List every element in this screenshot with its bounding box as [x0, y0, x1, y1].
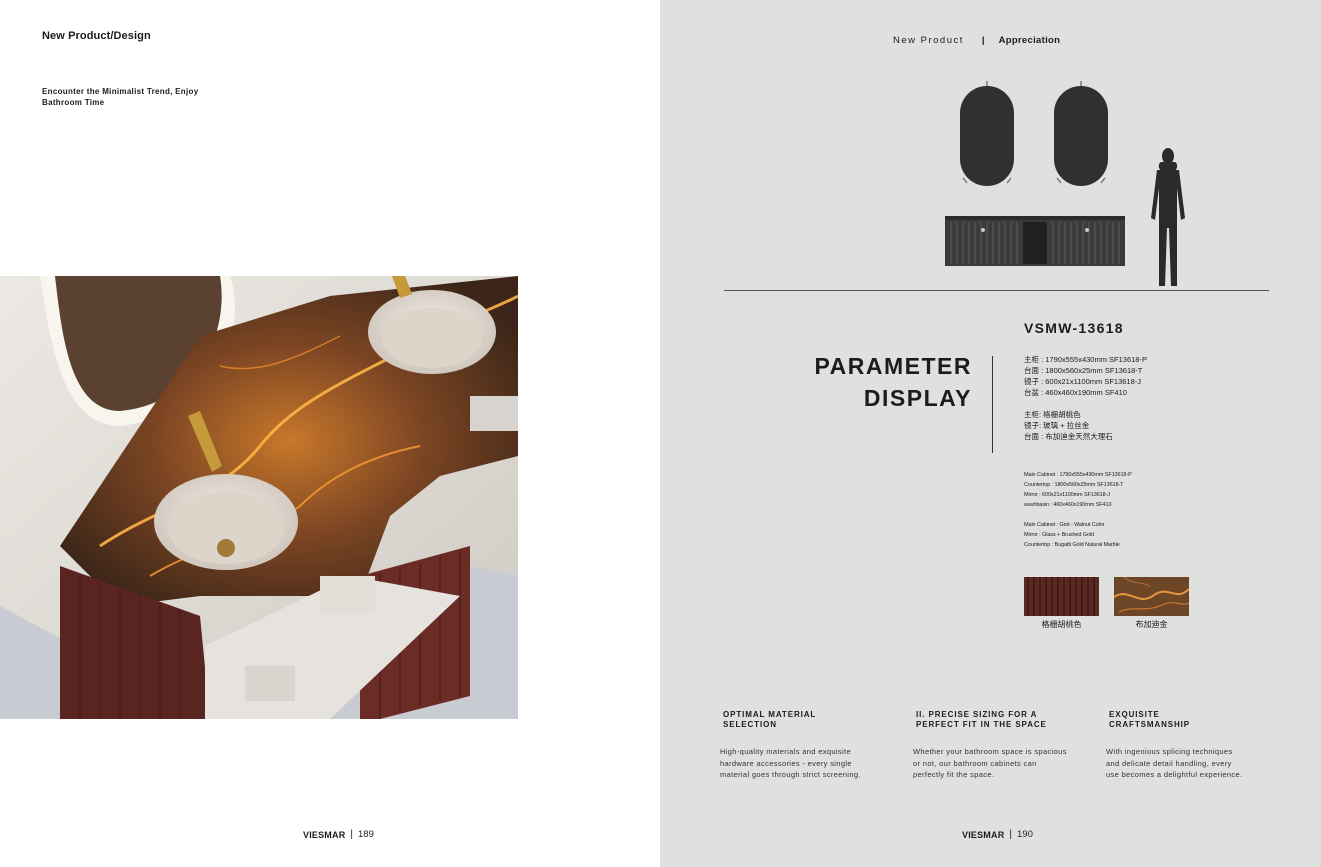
section-label: New Product/Design — [42, 30, 151, 42]
page-number-value: 189 — [358, 829, 374, 840]
spec-line: washbasin : 460x460x190mm SF410 — [1024, 502, 1112, 508]
feature-title-line: EXQUISITE — [1109, 710, 1160, 719]
feature-body-line: use becomes a delightful experience. — [1106, 770, 1243, 779]
spec-list-en: Main Cabinet : 1790x555x430mm SF13618-P … — [1024, 470, 1132, 510]
feature-body: With ingenious splicing techniques and d… — [1106, 746, 1281, 781]
spec-line: Main Cabinet : Grid - Walnut Color — [1024, 522, 1105, 528]
intro-line: Bathroom Time — [42, 98, 105, 107]
ground-line — [724, 290, 1269, 291]
feature-title-line: II. PRECISE SIZING FOR A — [916, 710, 1038, 719]
walnut-grid-swatch — [1024, 577, 1099, 616]
mirror-left-icon — [960, 81, 1014, 186]
spec-line: 镜子 : 600x21x1100mm SF13618-J — [1024, 377, 1142, 386]
feature-material: OPTIMAL MATERIAL SELECTION High-quality … — [720, 710, 895, 781]
spec-line: 镜子: 玻璃 + 拉丝金 — [1024, 421, 1090, 430]
feature-body-line: Whether your bathroom space is spacious — [913, 747, 1067, 756]
intro-line: Encounter the Minimalist Trend, Enjoy — [42, 87, 199, 96]
page-number: VIESMAR | 189 — [303, 829, 374, 840]
feature-title-line: OPTIMAL MATERIAL — [723, 710, 817, 719]
feature-title-line: CRAFTSMANSHIP — [1109, 719, 1191, 729]
material-list-cn: 主柜: 格栅胡桃色 镜子: 玻璃 + 拉丝金 台面 : 布加迪金天然大理石 — [1024, 409, 1113, 442]
brand-name: VIESMAR — [962, 829, 1005, 840]
nav-separator: | — [981, 35, 985, 46]
divider — [992, 356, 993, 453]
left-page: New Product/Design Encounter the Minimal… — [0, 0, 660, 867]
bugatti-gold-marble-swatch — [1114, 577, 1189, 616]
cabinet-icon — [945, 216, 1125, 266]
feature-body-line: and delicate detail handling, every — [1106, 758, 1232, 768]
spec-list-cn: 主柜 : 1790x555x430mm SF13618-P 台面 : 1800x… — [1024, 354, 1147, 398]
feature-body-line: or not, our bathroom cabinets can — [913, 758, 1037, 768]
swatch-label: 布加迪金 — [1135, 620, 1168, 629]
product-elevation-drawing — [935, 78, 1205, 293]
brand-name: VIESMAR — [303, 829, 346, 840]
swatch-label: 格栅胡桃色 — [1041, 620, 1082, 629]
feature-title: II. PRECISE SIZING FOR A PERFECT FIT IN … — [916, 710, 1088, 729]
spec-line: Mirror : 600x21x1100mm SF13618-J — [1024, 492, 1110, 498]
feature-craftsmanship: EXQUISITE CRAFTSMANSHIP With ingenious s… — [1106, 710, 1281, 781]
feature-title-line: PERFECT FIT IN THE SPACE — [916, 719, 1047, 729]
spec-line: 主柜: 格栅胡桃色 — [1024, 410, 1081, 419]
feature-body: Whether your bathroom space is spacious … — [913, 746, 1088, 781]
spec-line: Countertop : Bugatti Gold Natural Marble — [1024, 542, 1120, 548]
title-line: PARAMETER — [814, 353, 972, 379]
person-silhouette-icon — [1151, 148, 1185, 286]
separator: | — [1009, 829, 1013, 840]
page-number-value: 190 — [1017, 829, 1033, 840]
feature-body: High-quality materials and exquisite har… — [720, 746, 895, 781]
feature-body-line: With ingenious splicing techniques — [1106, 747, 1233, 756]
nav-appreciation: Appreciation — [998, 35, 1061, 46]
parameter-display-title: PARAMETER DISPLAY — [790, 350, 972, 414]
intro-text: Encounter the Minimalist Trend, Enjoy Ba… — [42, 86, 242, 108]
feature-body-line: High-quality materials and exquisite — [720, 747, 851, 756]
feature-title: EXQUISITE CRAFTSMANSHIP — [1109, 710, 1281, 729]
spec-line: Main Cabinet : 1790x555x430mm SF13618-P — [1024, 472, 1132, 478]
product-photo — [0, 276, 518, 719]
top-nav: New Product | Appreciation — [893, 35, 1060, 46]
spec-line: Countertop : 1800x560x25mm SF13618-T — [1024, 482, 1124, 488]
feature-body-line: perfectly fit the space. — [913, 770, 995, 779]
feature-title: OPTIMAL MATERIAL SELECTION — [723, 710, 895, 729]
spec-line: 台盆 : 460x460x190mm SF410 — [1024, 388, 1127, 397]
feature-body-line: material goes through strict screening. — [720, 770, 861, 779]
separator: | — [350, 829, 354, 840]
page-number: VIESMAR | 190 — [962, 829, 1033, 840]
mirror-right-icon — [1054, 81, 1108, 186]
feature-body-line: hardware accessories - every single — [720, 758, 852, 768]
spec-line: 台面 : 1800x560x25mm SF13618-T — [1024, 366, 1143, 375]
material-list-en: Main Cabinet : Grid - Walnut Color Mirro… — [1024, 520, 1120, 550]
feature-sizing: II. PRECISE SIZING FOR A PERFECT FIT IN … — [913, 710, 1088, 781]
spec-line: Mirror : Glass + Brushed Gold — [1024, 532, 1094, 538]
spec-line: 主柜 : 1790x555x430mm SF13618-P — [1024, 355, 1147, 364]
model-number: VSMW-13618 — [1024, 320, 1124, 336]
title-line: DISPLAY — [863, 385, 972, 411]
nav-new-product: New Product — [893, 35, 964, 46]
feature-title-line: SELECTION — [723, 719, 777, 729]
spec-line: 台面 : 布加迪金天然大理石 — [1024, 432, 1113, 441]
